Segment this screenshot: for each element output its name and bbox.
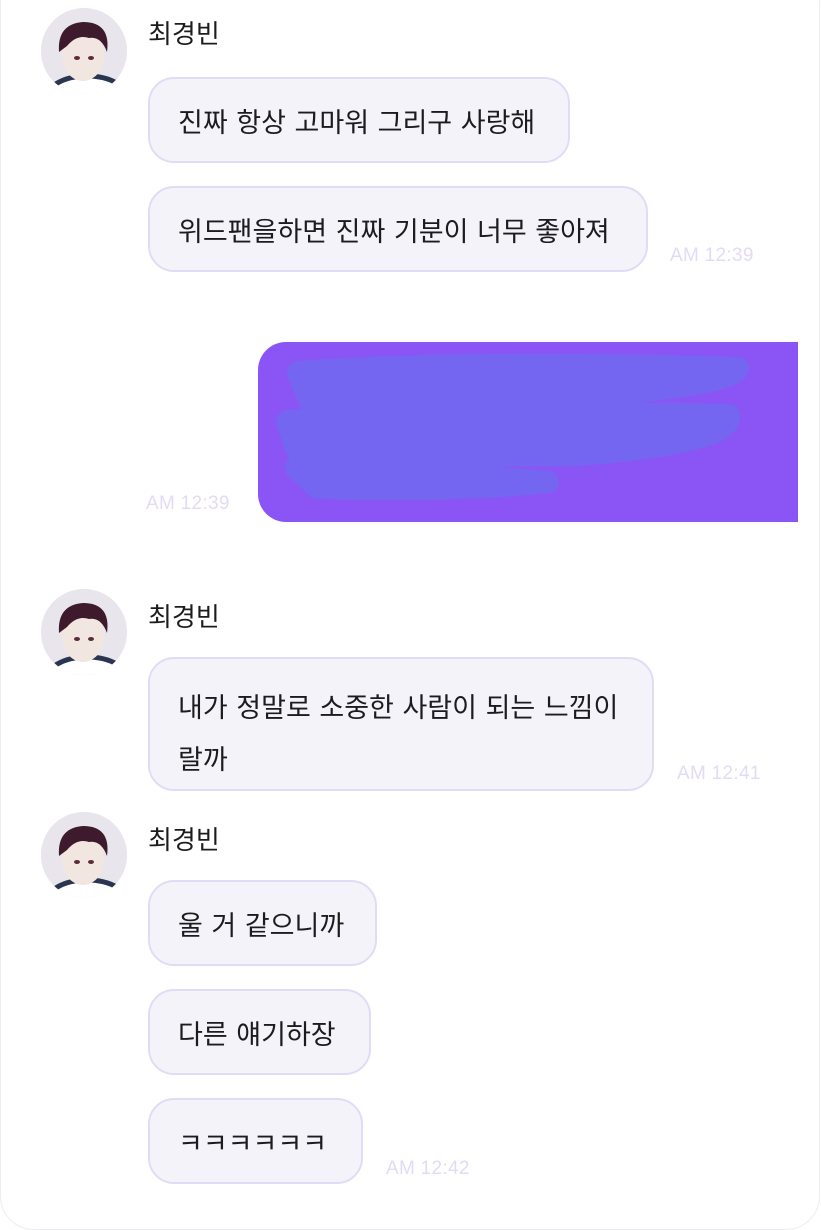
message-bubble[interactable]: 위드팬을하면 진짜 기분이 너무 좋아져 <box>148 186 648 272</box>
message-text: 내가 정말로 소중한 사람이 되는 느낌이 랄까 <box>178 693 619 776</box>
message-timestamp: AM 12:41 <box>677 763 761 784</box>
sender-avatar[interactable] <box>41 812 127 898</box>
sender-name: 최경빈 <box>148 826 220 856</box>
sender-avatar[interactable] <box>41 589 127 675</box>
message-timestamp: AM 12:39 <box>670 245 754 266</box>
message-text: 위드팬을하면 진짜 기분이 너무 좋아져 <box>178 216 610 248</box>
sender-name: 최경빈 <box>148 20 220 50</box>
message-timestamp: AM 12:42 <box>386 1158 470 1179</box>
message-bubble[interactable]: 다른 얘기하장 <box>148 989 371 1075</box>
message-text: 진짜 항상 고마워 그리구 사랑해 <box>178 107 536 139</box>
message-bubble[interactable]: 내가 정말로 소중한 사람이 되는 느낌이 랄까 <box>148 657 654 791</box>
message-timestamp: AM 12:39 <box>146 493 230 514</box>
sender-name: 최경빈 <box>148 603 220 633</box>
message-bubble[interactable]: ㅋㅋㅋㅋㅋㅋ <box>148 1098 363 1184</box>
message-text: 울 거 같으니까 <box>178 910 345 942</box>
sent-message-bubble-redacted[interactable] <box>258 342 798 522</box>
message-text: 다른 얘기하장 <box>178 1019 336 1051</box>
message-text: ㅋㅋㅋㅋㅋㅋ <box>178 1128 328 1160</box>
message-bubble[interactable]: 진짜 항상 고마워 그리구 사랑해 <box>148 77 570 163</box>
sender-avatar[interactable] <box>41 8 127 94</box>
message-bubble[interactable]: 울 거 같으니까 <box>148 880 377 966</box>
